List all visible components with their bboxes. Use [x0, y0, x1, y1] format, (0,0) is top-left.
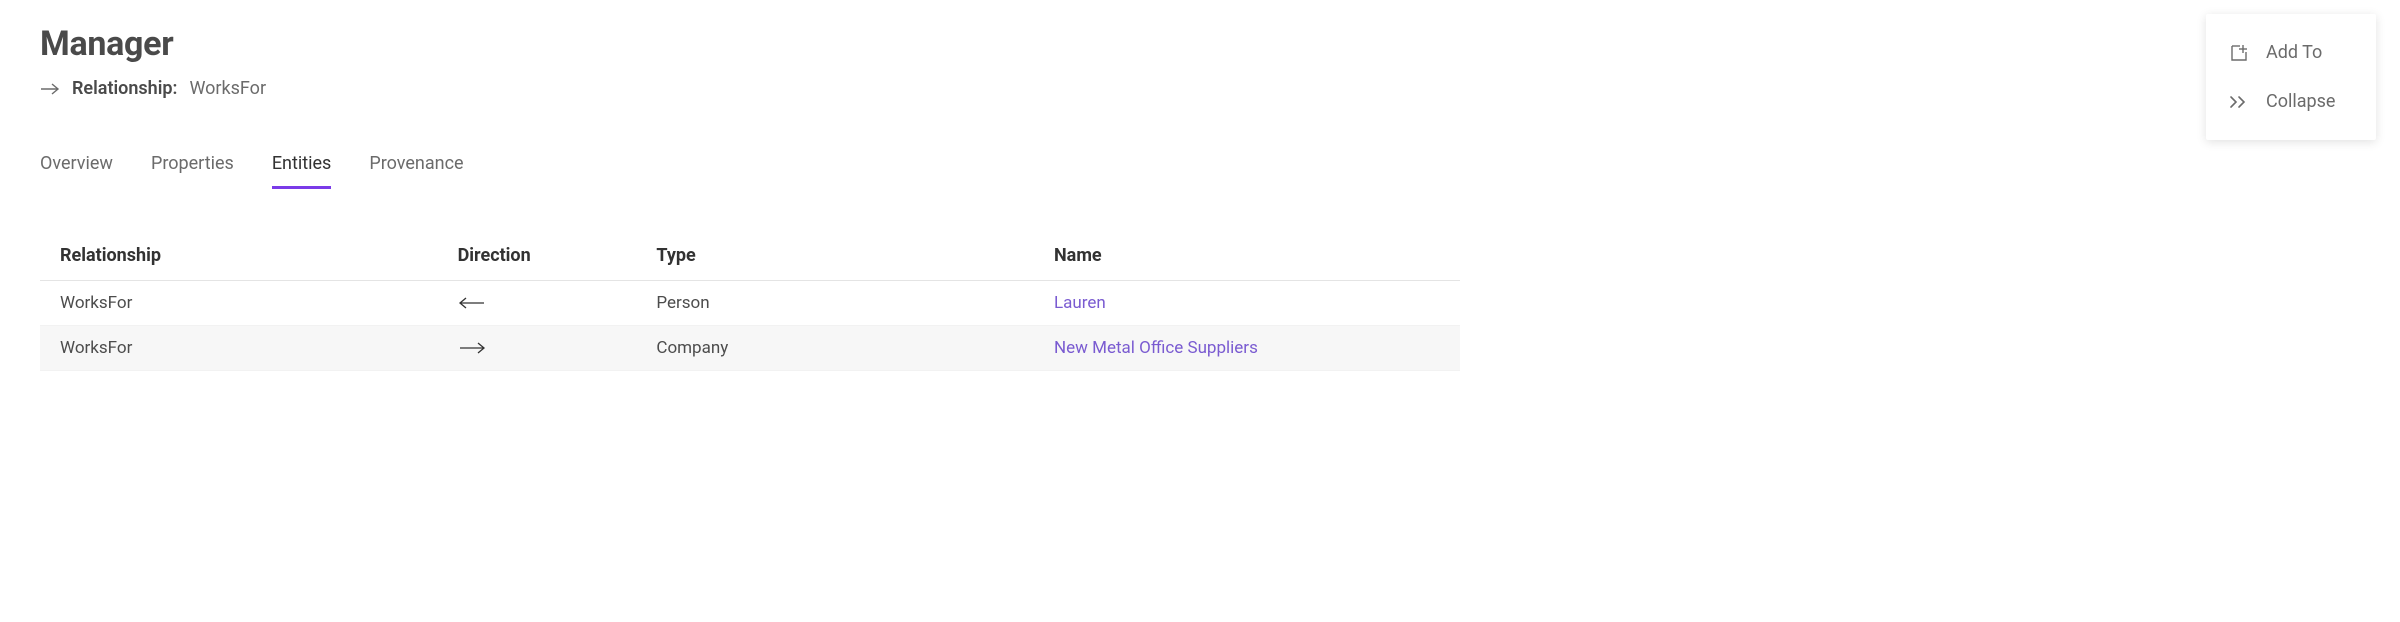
tab-provenance[interactable]: Provenance — [369, 147, 463, 189]
col-header-relationship[interactable]: Relationship — [40, 235, 438, 281]
collapse-icon — [2228, 94, 2250, 110]
tab-bar: Overview Properties Entities Provenance — [40, 147, 1460, 189]
tab-properties[interactable]: Properties — [151, 147, 234, 189]
relationship-label: Relationship: — [72, 78, 177, 99]
arrow-right-icon — [458, 341, 617, 355]
add-to-button[interactable]: Add To — [2224, 28, 2352, 77]
collapse-label: Collapse — [2266, 91, 2335, 112]
collapse-button[interactable]: Collapse — [2224, 77, 2352, 126]
tab-overview[interactable]: Overview — [40, 147, 113, 189]
add-to-label: Add To — [2266, 42, 2322, 63]
cell-relationship: WorksFor — [40, 281, 438, 326]
table-row[interactable]: WorksFor Person Lauren — [40, 281, 1460, 326]
cell-direction — [438, 326, 637, 371]
relationship-subtitle: Relationship: WorksFor — [40, 78, 1460, 99]
relationship-value: WorksFor — [189, 78, 266, 99]
cell-direction — [438, 281, 637, 326]
entity-link[interactable]: New Metal Office Suppliers — [1054, 338, 1258, 358]
col-header-name[interactable]: Name — [1034, 235, 1460, 281]
add-to-icon — [2228, 43, 2250, 63]
col-header-type[interactable]: Type — [636, 235, 1034, 281]
cell-relationship: WorksFor — [40, 326, 438, 371]
entities-table: Relationship Direction Type Name WorksFo… — [40, 235, 1460, 371]
cell-type: Person — [636, 281, 1034, 326]
entity-link[interactable]: Lauren — [1054, 293, 1106, 313]
arrow-left-icon — [458, 296, 617, 310]
col-header-direction[interactable]: Direction — [438, 235, 637, 281]
tab-entities[interactable]: Entities — [272, 147, 332, 189]
actions-card: Add To Collapse — [2206, 14, 2376, 140]
page-title: Manager — [40, 24, 1460, 64]
arrow-right-icon — [40, 82, 60, 96]
cell-type: Company — [636, 326, 1034, 371]
table-row[interactable]: WorksFor Company New Metal Office Suppli… — [40, 326, 1460, 371]
